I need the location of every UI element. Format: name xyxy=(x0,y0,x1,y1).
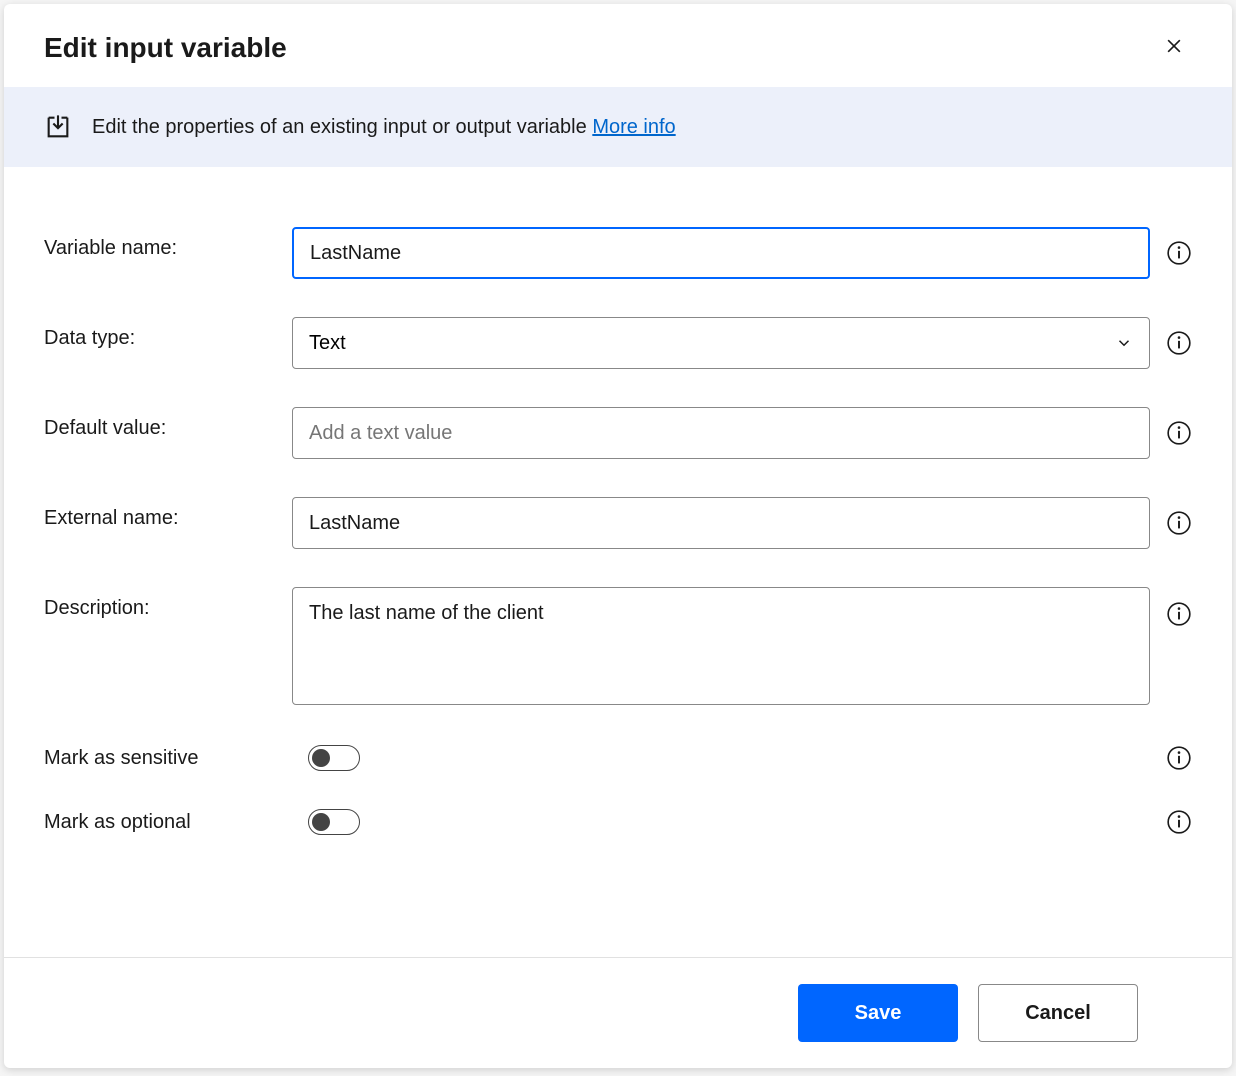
import-variable-icon xyxy=(44,113,72,141)
default-value-label: Default value: xyxy=(44,407,292,440)
description-textarea[interactable] xyxy=(292,587,1150,705)
close-button[interactable] xyxy=(1156,28,1192,67)
info-banner: Edit the properties of an existing input… xyxy=(4,87,1232,167)
description-row: Description: xyxy=(44,587,1192,705)
external-name-input[interactable] xyxy=(292,497,1150,549)
mark-sensitive-row: Mark as sensitive xyxy=(44,745,1192,771)
info-icon[interactable] xyxy=(1166,240,1192,266)
data-type-label: Data type: xyxy=(44,317,292,350)
dialog-footer: Save Cancel xyxy=(4,957,1232,1068)
mark-optional-label: Mark as optional xyxy=(44,809,292,834)
cancel-button[interactable]: Cancel xyxy=(978,984,1138,1042)
external-name-label: External name: xyxy=(44,497,292,530)
dialog-header: Edit input variable xyxy=(4,4,1232,87)
info-icon[interactable] xyxy=(1166,745,1192,771)
banner-text: Edit the properties of an existing input… xyxy=(92,116,592,138)
external-name-row: External name: xyxy=(44,497,1192,549)
default-value-row: Default value: xyxy=(44,407,1192,459)
save-button[interactable]: Save xyxy=(798,984,958,1042)
mark-optional-toggle[interactable] xyxy=(308,809,360,835)
variable-name-label: Variable name: xyxy=(44,227,292,260)
close-icon xyxy=(1164,36,1184,56)
description-label: Description: xyxy=(44,587,292,620)
more-info-link[interactable]: More info xyxy=(592,116,675,138)
default-value-input[interactable] xyxy=(292,407,1150,459)
mark-optional-row: Mark as optional xyxy=(44,809,1192,835)
banner-content: Edit the properties of an existing input… xyxy=(92,116,676,139)
info-icon[interactable] xyxy=(1166,330,1192,356)
mark-sensitive-toggle[interactable] xyxy=(308,745,360,771)
variable-name-input[interactable] xyxy=(292,227,1150,279)
variable-name-row: Variable name: xyxy=(44,227,1192,279)
info-icon[interactable] xyxy=(1166,601,1192,627)
form-body: Variable name: Data type: Text xyxy=(4,167,1232,957)
chevron-down-icon xyxy=(1115,334,1133,352)
data-type-select[interactable]: Text xyxy=(292,317,1150,369)
data-type-value: Text xyxy=(309,332,346,355)
edit-variable-dialog: Edit input variable Edit the properties … xyxy=(4,4,1232,1068)
dialog-title: Edit input variable xyxy=(44,32,287,64)
data-type-row: Data type: Text xyxy=(44,317,1192,369)
info-icon[interactable] xyxy=(1166,510,1192,536)
info-icon[interactable] xyxy=(1166,420,1192,446)
info-icon[interactable] xyxy=(1166,809,1192,835)
mark-sensitive-label: Mark as sensitive xyxy=(44,745,292,770)
